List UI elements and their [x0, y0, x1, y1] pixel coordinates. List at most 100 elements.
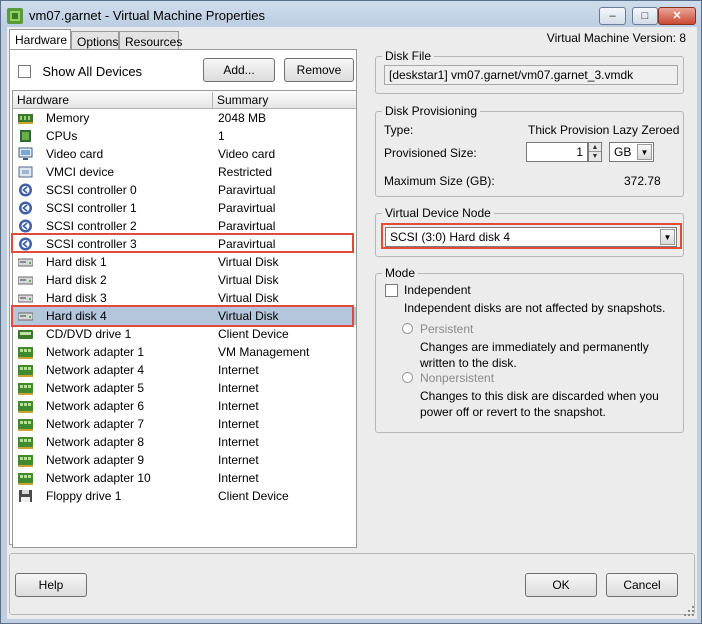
column-separator[interactable]	[212, 92, 213, 108]
hw-row-cd-dvd-drive-1[interactable]: CD/DVD drive 1 Client Device	[13, 325, 356, 343]
persistent-description: Changes are immediately and permanently …	[420, 340, 649, 370]
hw-row-network-adapter-7[interactable]: Network adapter 7 Internet	[13, 415, 356, 433]
hw-row-name: Hard disk 3	[46, 291, 107, 305]
hw-row-summary: Virtual Disk	[218, 291, 279, 305]
show-all-devices-checkbox[interactable]	[18, 65, 31, 79]
hw-row-name: SCSI controller 1	[46, 201, 137, 215]
hw-row-name: Network adapter 1	[46, 345, 145, 359]
hard-disk-icon	[18, 276, 33, 285]
hw-row-network-adapter-8[interactable]: Network adapter 8 Internet	[13, 433, 356, 451]
hw-row-network-adapter-1[interactable]: Network adapter 1 VM Management	[13, 343, 356, 361]
network-adapter-icon	[18, 401, 33, 413]
hw-row-name: Video card	[46, 147, 104, 161]
persistent-radio[interactable]	[402, 323, 413, 334]
hw-row-summary: Internet	[218, 471, 259, 485]
hw-row-memory[interactable]: Memory 2048 MB	[13, 109, 356, 127]
provisioned-size-stepper[interactable]: ▲ ▼	[588, 142, 602, 162]
ok-button[interactable]: OK	[525, 573, 597, 597]
hw-row-name: SCSI controller 3	[46, 237, 137, 251]
provisioning-type-label: Type:	[384, 123, 414, 137]
scsi-controller-icon	[19, 183, 32, 197]
virtual-device-node-select[interactable]: SCSI (3:0) Hard disk 4 ▼	[385, 227, 677, 247]
virtual-device-node-value: SCSI (3:0) Hard disk 4	[390, 230, 511, 244]
hw-row-cpus[interactable]: CPUs 1	[13, 127, 356, 145]
size-unit-select[interactable]: GB ▼	[609, 142, 654, 162]
hw-row-summary: Client Device	[218, 327, 289, 341]
vm-version-label: Virtual Machine Version: 8	[546, 31, 686, 45]
tab-hardware[interactable]: Hardware	[9, 29, 71, 51]
chevron-down-icon[interactable]: ▼	[637, 144, 652, 160]
nonpersistent-label[interactable]: Nonpersistent	[420, 370, 494, 386]
hw-row-name: Memory	[46, 111, 90, 125]
minimize-button[interactable]: –	[599, 7, 626, 25]
hard-disk-icon	[18, 312, 33, 321]
disk-file-title: Disk File	[382, 49, 435, 63]
hw-row-summary: Paravirtual	[218, 219, 276, 233]
hw-row-name: Network adapter 9	[46, 453, 145, 467]
network-adapter-icon	[18, 455, 33, 467]
floppy-icon	[19, 490, 32, 502]
hw-row-video-card[interactable]: Video card Video card	[13, 145, 356, 163]
hw-row-hard-disk-3[interactable]: Hard disk 3 Virtual Disk	[13, 289, 356, 307]
hw-row-summary: Internet	[218, 453, 259, 467]
persistent-label[interactable]: Persistent	[420, 321, 473, 337]
hw-row-summary: Virtual Disk	[218, 273, 279, 287]
network-adapter-icon	[18, 347, 33, 359]
hw-row-floppy-drive-1[interactable]: Floppy drive 1 Client Device	[13, 487, 356, 505]
hw-row-hard-disk-1[interactable]: Hard disk 1 Virtual Disk	[13, 253, 356, 271]
dialog-client-area: Hardware Options Resources Virtual Machi…	[7, 27, 697, 619]
hw-row-network-adapter-9[interactable]: Network adapter 9 Internet	[13, 451, 356, 469]
scsi-controller-icon	[19, 219, 32, 233]
show-all-devices[interactable]: Show All Devices	[18, 64, 142, 79]
independent-description: Independent disks are not affected by sn…	[404, 301, 666, 315]
hw-row-summary: Virtual Disk	[218, 309, 279, 323]
hw-row-name: Floppy drive 1	[46, 489, 122, 503]
hw-row-summary: Internet	[218, 381, 259, 395]
hw-row-scsi-controller-2[interactable]: SCSI controller 2 Paravirtual	[13, 217, 356, 235]
help-button[interactable]: Help	[15, 573, 87, 597]
column-hardware[interactable]: Hardware	[17, 93, 69, 107]
hw-row-network-adapter-5[interactable]: Network adapter 5 Internet	[13, 379, 356, 397]
hw-row-scsi-controller-3[interactable]: SCSI controller 3 Paravirtual	[13, 235, 356, 253]
hw-row-summary: Restricted	[218, 165, 273, 179]
column-summary[interactable]: Summary	[217, 93, 268, 107]
hw-row-summary: Virtual Disk	[218, 255, 279, 269]
hw-row-scsi-controller-0[interactable]: SCSI controller 0 Paravirtual	[13, 181, 356, 199]
vsphere-app-icon	[7, 8, 23, 24]
hw-row-summary: Internet	[218, 435, 259, 449]
tab-resources[interactable]: Resources	[119, 31, 182, 51]
cd-dvd-icon	[18, 330, 33, 339]
add-button[interactable]: Add...	[203, 58, 275, 82]
remove-button[interactable]: Remove	[284, 58, 354, 82]
cancel-button[interactable]: Cancel	[606, 573, 678, 597]
mode-title: Mode	[382, 266, 419, 280]
hw-row-name: Network adapter 8	[46, 435, 145, 449]
independent-checkbox[interactable]	[385, 284, 398, 297]
hw-row-summary: VM Management	[218, 345, 310, 359]
hw-row-network-adapter-10[interactable]: Network adapter 10 Internet	[13, 469, 356, 487]
hw-row-hard-disk-2[interactable]: Hard disk 2 Virtual Disk	[13, 271, 356, 289]
maximum-size-label: Maximum Size (GB):	[384, 174, 495, 188]
hw-row-scsi-controller-1[interactable]: SCSI controller 1 Paravirtual	[13, 199, 356, 217]
resize-grip-icon[interactable]	[683, 605, 695, 617]
nonpersistent-radio[interactable]	[402, 372, 413, 383]
hw-row-vmci-device[interactable]: VMCI device Restricted	[13, 163, 356, 181]
hw-row-network-adapter-6[interactable]: Network adapter 6 Internet	[13, 397, 356, 415]
hw-row-network-adapter-4[interactable]: Network adapter 4 Internet	[13, 361, 356, 379]
chevron-down-icon[interactable]: ▼	[660, 229, 675, 245]
provisioned-size-input[interactable]: 1	[526, 142, 588, 162]
maximize-button[interactable]: □	[632, 7, 658, 25]
tab-options[interactable]: Options	[71, 31, 119, 51]
network-adapter-icon	[18, 365, 33, 377]
hw-row-hard-disk-4[interactable]: Hard disk 4 Virtual Disk	[13, 307, 356, 325]
hw-row-summary: Video card	[218, 147, 276, 161]
hw-row-summary: Client Device	[218, 489, 289, 503]
hardware-list: Hardware Summary Memory 2048 MB CPUs 1 Video…	[12, 90, 357, 548]
close-button[interactable]: ✕	[658, 7, 696, 25]
hw-row-summary: Internet	[218, 363, 259, 377]
hw-row-name: Network adapter 6	[46, 399, 145, 413]
independent-label[interactable]: Independent	[404, 282, 471, 298]
virtual-device-node-title: Virtual Device Node	[382, 206, 494, 220]
stepper-down-icon[interactable]: ▼	[589, 152, 601, 161]
stepper-up-icon[interactable]: ▲	[589, 143, 601, 152]
